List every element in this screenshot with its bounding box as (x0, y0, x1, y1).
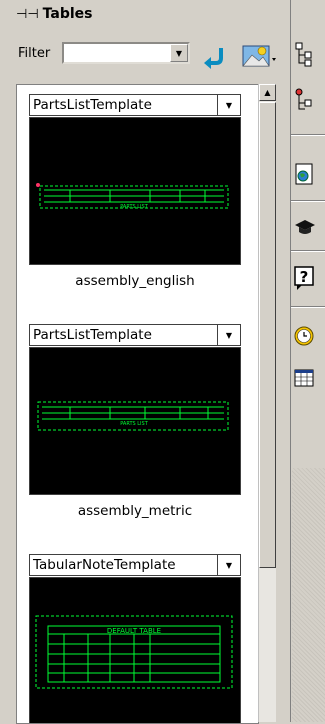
template-caption: assembly_english (75, 273, 195, 289)
pin-icon[interactable]: ⊣⊣ (16, 7, 39, 22)
filter-label: Filter (18, 45, 51, 61)
template-name: TabularNoteTemplate (33, 557, 176, 573)
filter-row: Filter ▼ (18, 42, 190, 64)
panel-header: ⊣⊣ Tables (16, 2, 93, 26)
table-thumbnail[interactable]: PARTS LIST (29, 117, 241, 265)
image-view-button[interactable] (240, 44, 280, 70)
chevron-down-icon[interactable]: ▼ (170, 44, 188, 62)
hierarchy-button[interactable] (293, 34, 324, 74)
table-thumbnail[interactable]: PARTS LIST (29, 347, 241, 495)
table-thumbnail[interactable]: DEFAULT TABLE (29, 577, 241, 723)
chevron-down-icon[interactable]: ▼ (217, 555, 240, 575)
chevron-down-icon[interactable]: ▼ (217, 325, 240, 345)
table-button[interactable] (293, 358, 324, 398)
thumb-table-title: DEFAULT TABLE (107, 627, 161, 635)
template-select[interactable]: PartsListTemplate ▼ (29, 94, 241, 116)
clock-icon (294, 326, 314, 346)
right-toolbar: ? (290, 0, 325, 722)
template-select[interactable]: PartsListTemplate ▼ (29, 324, 241, 346)
vertical-scrollbar[interactable]: ▲ (258, 84, 276, 722)
apply-filter-button[interactable] (200, 44, 228, 70)
help-icon: ? (294, 266, 314, 290)
web-document-button[interactable] (293, 154, 324, 194)
return-arrow-icon (204, 48, 223, 69)
template-caption: assembly_metric (77, 503, 193, 519)
filter-combobox[interactable]: ▼ (62, 42, 190, 64)
svg-text:?: ? (300, 268, 309, 286)
tree-icon (295, 88, 312, 110)
template-name: PartsListTemplate (33, 97, 152, 113)
thumb-table-title: PARTS LIST (120, 204, 148, 210)
table-icon (294, 369, 314, 387)
hierarchy-icon (295, 42, 312, 67)
picture-icon (242, 45, 276, 67)
scrollbar-thumb[interactable] (259, 102, 276, 568)
list-item[interactable]: TabularNoteTemplate ▼ DEFAULT TABLE (29, 554, 245, 723)
tree-button[interactable] (293, 80, 324, 120)
tutorial-button[interactable] (293, 208, 324, 248)
history-button[interactable] (293, 316, 324, 356)
help-button[interactable]: ? (293, 258, 324, 298)
tables-panel: ⊣⊣ Tables Filter ▼ PartsListTemplate ▼ P… (0, 0, 290, 724)
template-name: PartsListTemplate (33, 327, 152, 343)
list-item[interactable]: PartsListTemplate ▼ PARTS LIST assembly_… (29, 324, 245, 519)
list-item[interactable]: PartsListTemplate ▼ PARTS LIST assembly_… (29, 94, 245, 289)
template-select[interactable]: TabularNoteTemplate ▼ (29, 554, 241, 576)
panel-title: Tables (42, 6, 93, 22)
graduation-cap-icon (295, 220, 315, 234)
chevron-down-icon[interactable]: ▼ (217, 95, 240, 115)
toolbar-empty-area (292, 468, 325, 722)
globe-document-icon (295, 163, 313, 185)
template-list[interactable]: PartsListTemplate ▼ PARTS LIST assembly_… (16, 84, 259, 724)
scroll-up-arrow-icon[interactable]: ▲ (259, 84, 276, 101)
thumb-table-title: PARTS LIST (120, 421, 148, 427)
